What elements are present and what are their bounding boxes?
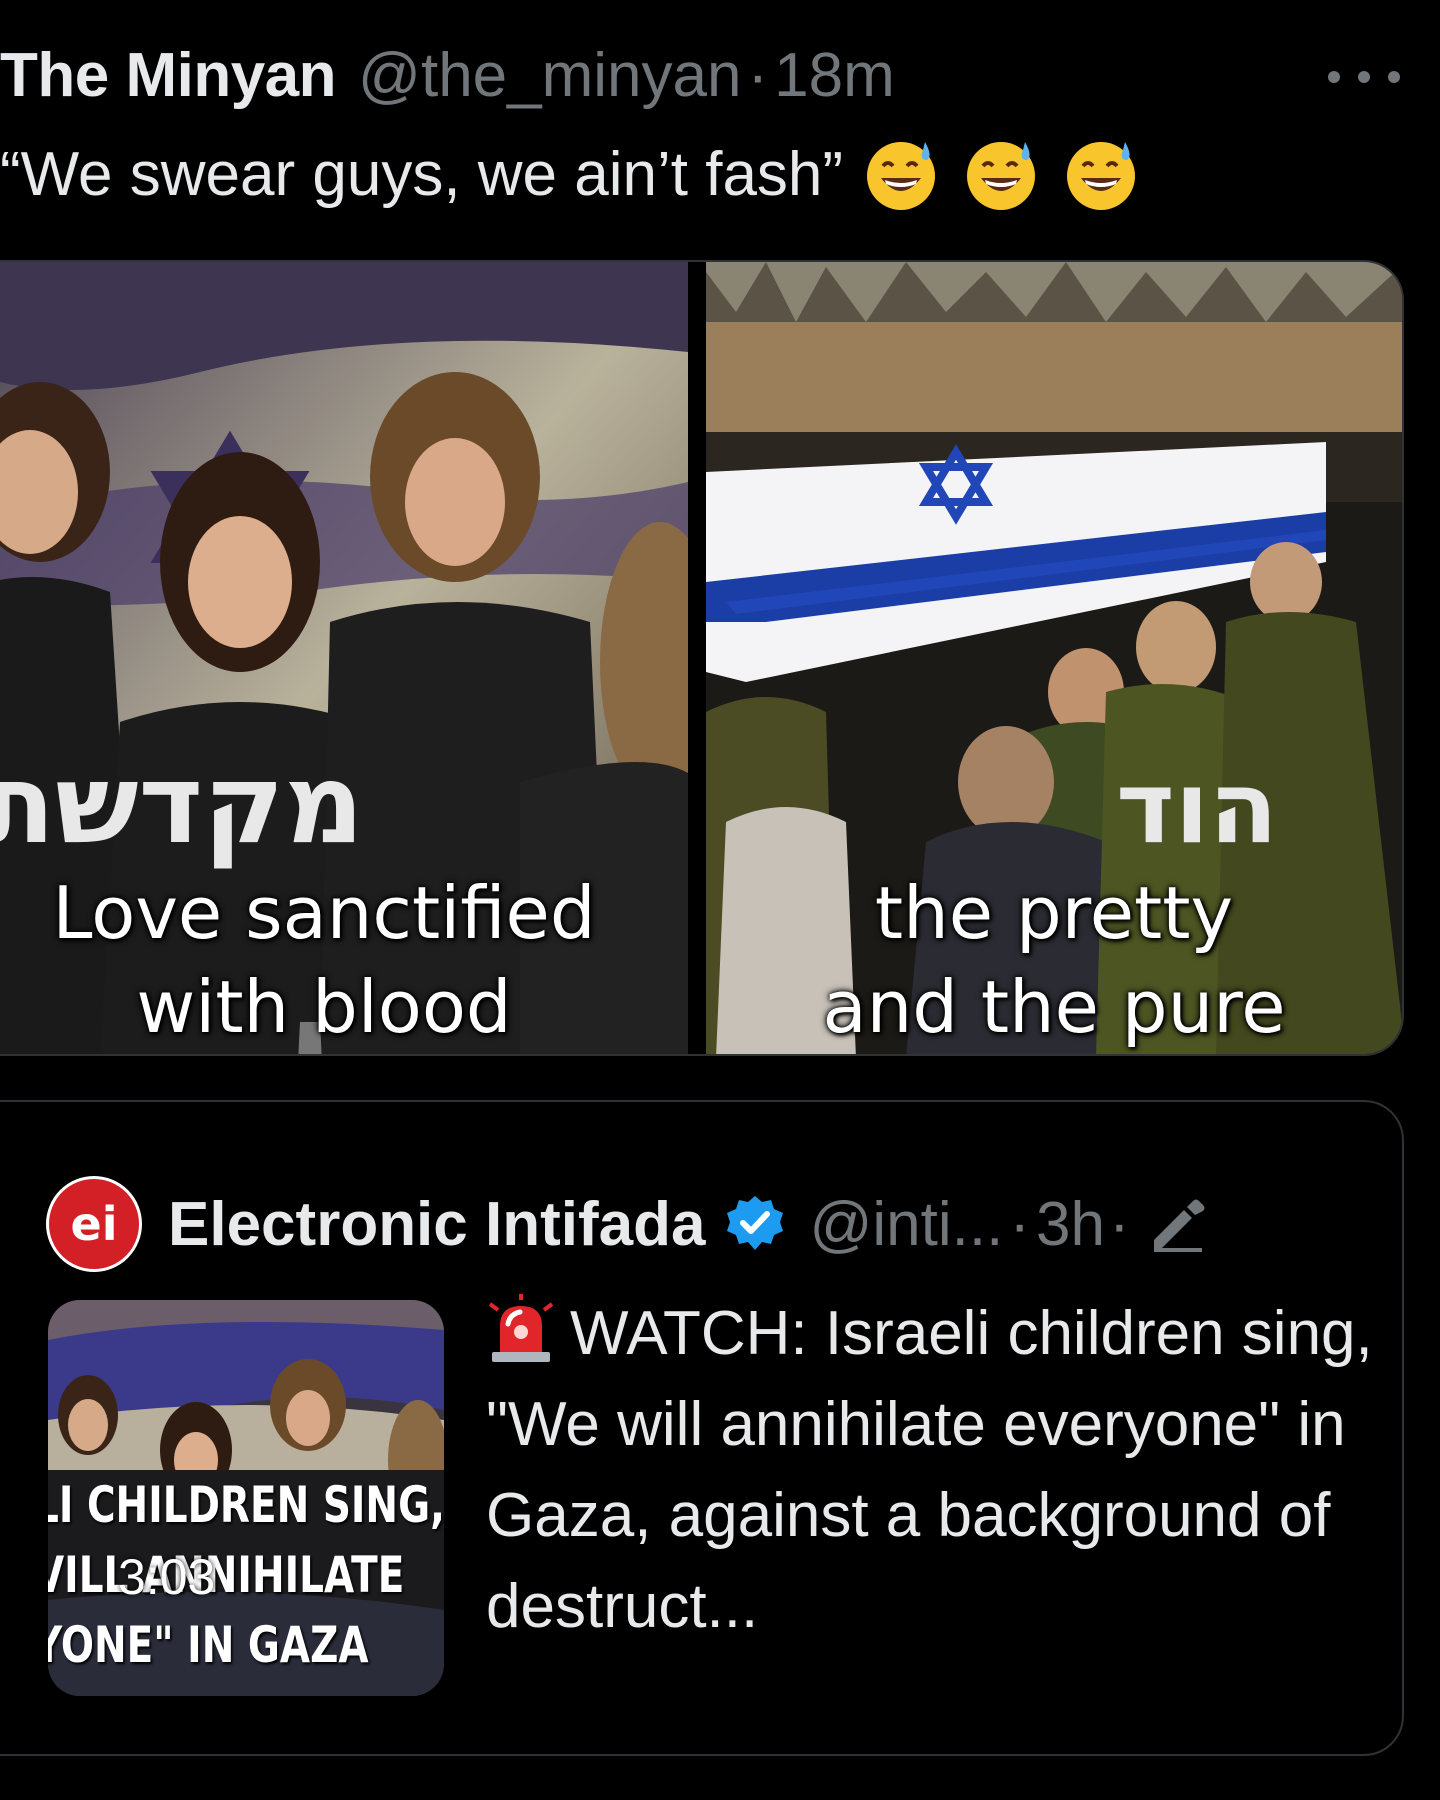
quoted-tweet[interactable]: ei Electronic Intifada @inti... · 3h · I…: [0, 1100, 1404, 1756]
sweat-smile-emoji-icon: [867, 142, 936, 210]
tweet-header: The Minyan @the_minyan · 18m: [0, 40, 895, 111]
caption-line: and the pure: [822, 965, 1286, 1049]
edited-pencil-icon[interactable]: [1146, 1196, 1210, 1252]
quoted-tweet-text: WATCH: Israeli children sing, "We will a…: [486, 1288, 1386, 1652]
media-caption-left: Love sanctified with blood: [0, 866, 688, 1054]
video-thumbnail[interactable]: LI CHILDREN SING, VILL ANNIHILATE YONE" …: [48, 1300, 444, 1696]
more-options-button[interactable]: [1328, 62, 1400, 92]
author-handle[interactable]: @the_minyan: [358, 40, 741, 111]
verified-badge-icon: [727, 1196, 784, 1250]
tweet-body: “We swear guys, we ain’t fash”: [0, 139, 844, 209]
media-grid: מקדשת Love sanctified with blood הוד the…: [0, 260, 1404, 1056]
caption-line: the pretty: [874, 871, 1234, 955]
quoted-timestamp[interactable]: 3h: [1036, 1189, 1105, 1260]
caption-line: with blood: [136, 965, 512, 1049]
avatar-text: ei: [70, 1197, 118, 1251]
tweet-timestamp[interactable]: 18m: [774, 40, 895, 111]
sweat-smile-emoji-icon: [1067, 142, 1136, 210]
hebrew-overlay-right: הוד: [1116, 749, 1278, 866]
media-caption-right: the pretty and the pure: [706, 866, 1402, 1054]
media-image-choir[interactable]: מקדשת Love sanctified with blood: [0, 262, 688, 1054]
separator-dot: ·: [747, 41, 769, 110]
quoted-tweet-body: WATCH: Israeli children sing, "We will a…: [486, 1299, 1373, 1641]
separator-dot: ·: [1108, 1189, 1130, 1259]
more-dot-icon: [1358, 71, 1370, 83]
hebrew-overlay-left: מקדשת: [0, 740, 364, 868]
video-duration: 3:03: [118, 1549, 216, 1605]
separator-dot: ·: [1009, 1189, 1030, 1259]
siren-emoji-icon: [488, 1294, 554, 1362]
more-dot-icon: [1328, 71, 1340, 83]
emoji-group: [861, 134, 1141, 214]
thumbnail-overlay-text: LI CHILDREN SING, VILL ANNIHILATE YONE" …: [48, 1476, 444, 1674]
quoted-author-handle[interactable]: @inti...: [809, 1189, 1003, 1260]
quoted-author-name[interactable]: Electronic Intifada: [168, 1189, 705, 1260]
caption-line: Love sanctified: [52, 871, 596, 955]
avatar[interactable]: ei: [46, 1176, 142, 1272]
quoted-tweet-header: ei Electronic Intifada @inti... · 3h ·: [46, 1176, 1210, 1272]
more-dot-icon: [1388, 71, 1400, 83]
sweat-smile-emoji-icon: [967, 142, 1036, 210]
media-image-funeral[interactable]: הוד the pretty and the pure: [706, 262, 1402, 1054]
tweet-text: “We swear guys, we ain’t fash”: [0, 134, 1141, 214]
author-name[interactable]: The Minyan: [0, 40, 337, 111]
